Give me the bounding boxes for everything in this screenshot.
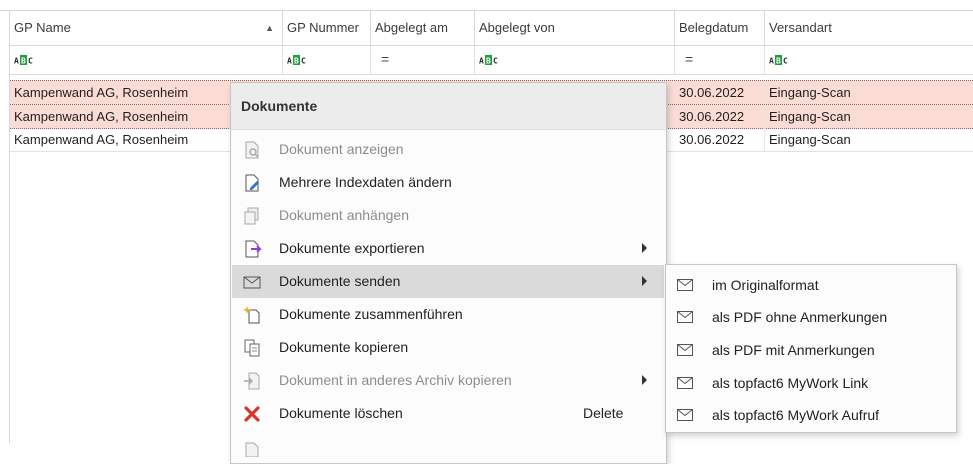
abc-text-filter-icon: A B C <box>287 55 306 66</box>
svg-text:A: A <box>479 57 484 66</box>
cell-versandart: Eingang-Scan <box>769 132 851 147</box>
svg-text:B: B <box>776 57 781 66</box>
submenu-item-label: als topfact6 MyWork Link <box>712 375 869 391</box>
column-header-gp-nummer[interactable]: GP Nummer <box>283 11 371 45</box>
menu-item-dokumente-kopieren[interactable]: Dokumente kopieren <box>232 331 664 364</box>
menu-item-label: Dokumente senden <box>279 273 401 289</box>
filter-cell-abgelegt-von[interactable]: A B C <box>475 46 675 74</box>
menu-item-dokumente-senden[interactable]: Dokumente senden <box>232 265 664 298</box>
menu-item-label: Dokumente zusammenführen <box>279 306 463 322</box>
submenu-item-mywork-link[interactable]: als topfact6 MyWork Link <box>666 367 956 400</box>
document-link-icon <box>245 442 259 457</box>
equals-filter-icon: = <box>685 51 694 67</box>
column-header-label: Belegdatum <box>679 20 749 35</box>
menu-item-label: Dokument in anderes Archiv kopieren <box>279 372 512 388</box>
menu-item-shortcut: Delete <box>583 405 624 421</box>
column-header-label: GP Nummer <box>287 20 359 35</box>
document-view-icon <box>245 141 259 159</box>
submenu-item-label: im Originalformat <box>712 277 819 293</box>
grid-left-border <box>9 11 10 443</box>
column-header-label: Abgelegt von <box>479 20 555 35</box>
submenu-arrow-icon <box>642 375 647 385</box>
cell-belegdatum: 30.06.2022 <box>675 81 765 104</box>
svg-text:A: A <box>769 57 774 66</box>
document-merge-icon <box>243 306 260 324</box>
svg-text:B: B <box>486 57 491 66</box>
filter-cell-abgelegt-am[interactable]: = <box>371 46 475 74</box>
filter-cell-belegdatum[interactable]: = <box>675 46 765 74</box>
column-header-label: Abgelegt am <box>375 20 448 35</box>
submenu-item-mywork-aufruf[interactable]: als topfact6 MyWork Aufruf <box>666 399 956 432</box>
menu-item-label: Dokument anhängen <box>279 207 409 223</box>
submenu-item-label: als PDF mit Anmerkungen <box>712 342 875 358</box>
envelope-icon <box>677 279 693 291</box>
delete-x-icon <box>244 406 260 422</box>
cell-versandart: Eingang-Scan <box>769 109 851 124</box>
svg-text:C: C <box>28 57 33 66</box>
grid-header-row: GP Name ▲ GP Nummer Abgelegt am Abgelegt… <box>10 11 973 46</box>
column-header-gp-name[interactable]: GP Name ▲ <box>10 11 283 45</box>
cell-belegdatum: 30.06.2022 <box>675 128 765 151</box>
menu-item-dokument-in-anderes-archiv-kopieren[interactable]: Dokument in anderes Archiv kopieren <box>232 364 664 397</box>
svg-text:C: C <box>301 57 306 66</box>
envelope-icon <box>243 276 261 289</box>
menu-item-label: Dokumente löschen <box>279 405 403 421</box>
send-submenu: im Originalformat als PDF ohne Anmerkung… <box>665 264 957 433</box>
document-edit-icon <box>245 174 259 192</box>
column-header-abgelegt-von[interactable]: Abgelegt von <box>475 11 675 45</box>
filter-cell-gp-nummer[interactable]: A B C <box>283 46 371 74</box>
menu-item-label: Dokument anzeigen <box>279 141 404 157</box>
menu-item-mehrere-indexdaten-aendern[interactable]: Mehrere Indexdaten ändern <box>232 166 664 199</box>
archive-copy-icon <box>244 372 260 390</box>
menu-item-dokumente-zusammenfuehren[interactable]: Dokumente zusammenführen <box>232 298 664 331</box>
menu-item-dokument-anzeigen[interactable]: Dokument anzeigen <box>232 133 664 166</box>
cell-belegdatum: 30.06.2022 <box>675 105 765 128</box>
envelope-icon <box>677 344 693 356</box>
column-header-versandart[interactable]: Versandart <box>765 11 973 45</box>
envelope-icon <box>677 377 693 389</box>
sort-ascending-icon[interactable]: ▲ <box>265 11 274 45</box>
submenu-item-label: als PDF ohne Anmerkungen <box>712 309 888 325</box>
menu-item-label: Dokumente kopieren <box>279 339 409 355</box>
envelope-icon <box>677 409 693 421</box>
svg-text:A: A <box>14 57 19 66</box>
envelope-icon <box>677 311 693 323</box>
abc-text-filter-icon: A B C <box>479 55 498 66</box>
svg-text:A: A <box>287 57 292 66</box>
abc-text-filter-icon: A B C <box>769 55 788 66</box>
submenu-item-im-originalformat[interactable]: im Originalformat <box>666 269 956 302</box>
menu-item-dokumente-exportieren[interactable]: Dokumente exportieren <box>232 232 664 265</box>
submenu-arrow-icon <box>642 243 647 253</box>
column-header-abgelegt-am[interactable]: Abgelegt am <box>371 11 475 45</box>
context-menu-header: Dokumente <box>231 83 666 130</box>
submenu-item-label: als topfact6 MyWork Aufruf <box>712 407 880 423</box>
column-header-label: GP Name <box>14 20 71 35</box>
menu-item-partial[interactable] <box>232 430 664 463</box>
document-copy-icon <box>244 339 260 357</box>
filter-cell-versandart[interactable]: A B C <box>765 46 973 74</box>
submenu-arrow-icon <box>642 276 647 286</box>
submenu-item-pdf-mit-anmerkungen[interactable]: als PDF mit Anmerkungen <box>666 334 956 367</box>
grid-top-strip <box>0 0 973 11</box>
svg-text:B: B <box>294 57 299 66</box>
svg-text:C: C <box>493 57 498 66</box>
menu-item-label: Mehrere Indexdaten ändern <box>279 174 452 190</box>
context-menu-title: Dokumente <box>241 98 318 114</box>
filter-cell-gp-name[interactable]: A B C <box>10 46 283 74</box>
grid-filter-row: A B C A B C = A B C = A B C <box>10 46 973 75</box>
svg-text:B: B <box>21 57 26 66</box>
submenu-item-pdf-ohne-anmerkungen[interactable]: als PDF ohne Anmerkungen <box>666 301 956 334</box>
document-export-icon <box>245 240 262 258</box>
menu-item-label: Dokumente exportieren <box>279 240 425 256</box>
context-menu: Dokumente Dokument anzeigen Mehrere Inde… <box>230 82 667 464</box>
cell-versandart: Eingang-Scan <box>769 85 851 100</box>
abc-text-filter-icon: A B C <box>14 55 33 66</box>
column-header-label: Versandart <box>769 20 832 35</box>
svg-text:C: C <box>783 57 788 66</box>
menu-item-dokument-anhaengen[interactable]: Dokument anhängen <box>232 199 664 232</box>
equals-filter-icon: = <box>381 51 390 67</box>
column-header-belegdatum[interactable]: Belegdatum <box>675 11 765 45</box>
document-attach-icon <box>244 207 259 225</box>
menu-item-dokumente-loeschen[interactable]: Dokumente löschen Delete <box>232 397 664 430</box>
